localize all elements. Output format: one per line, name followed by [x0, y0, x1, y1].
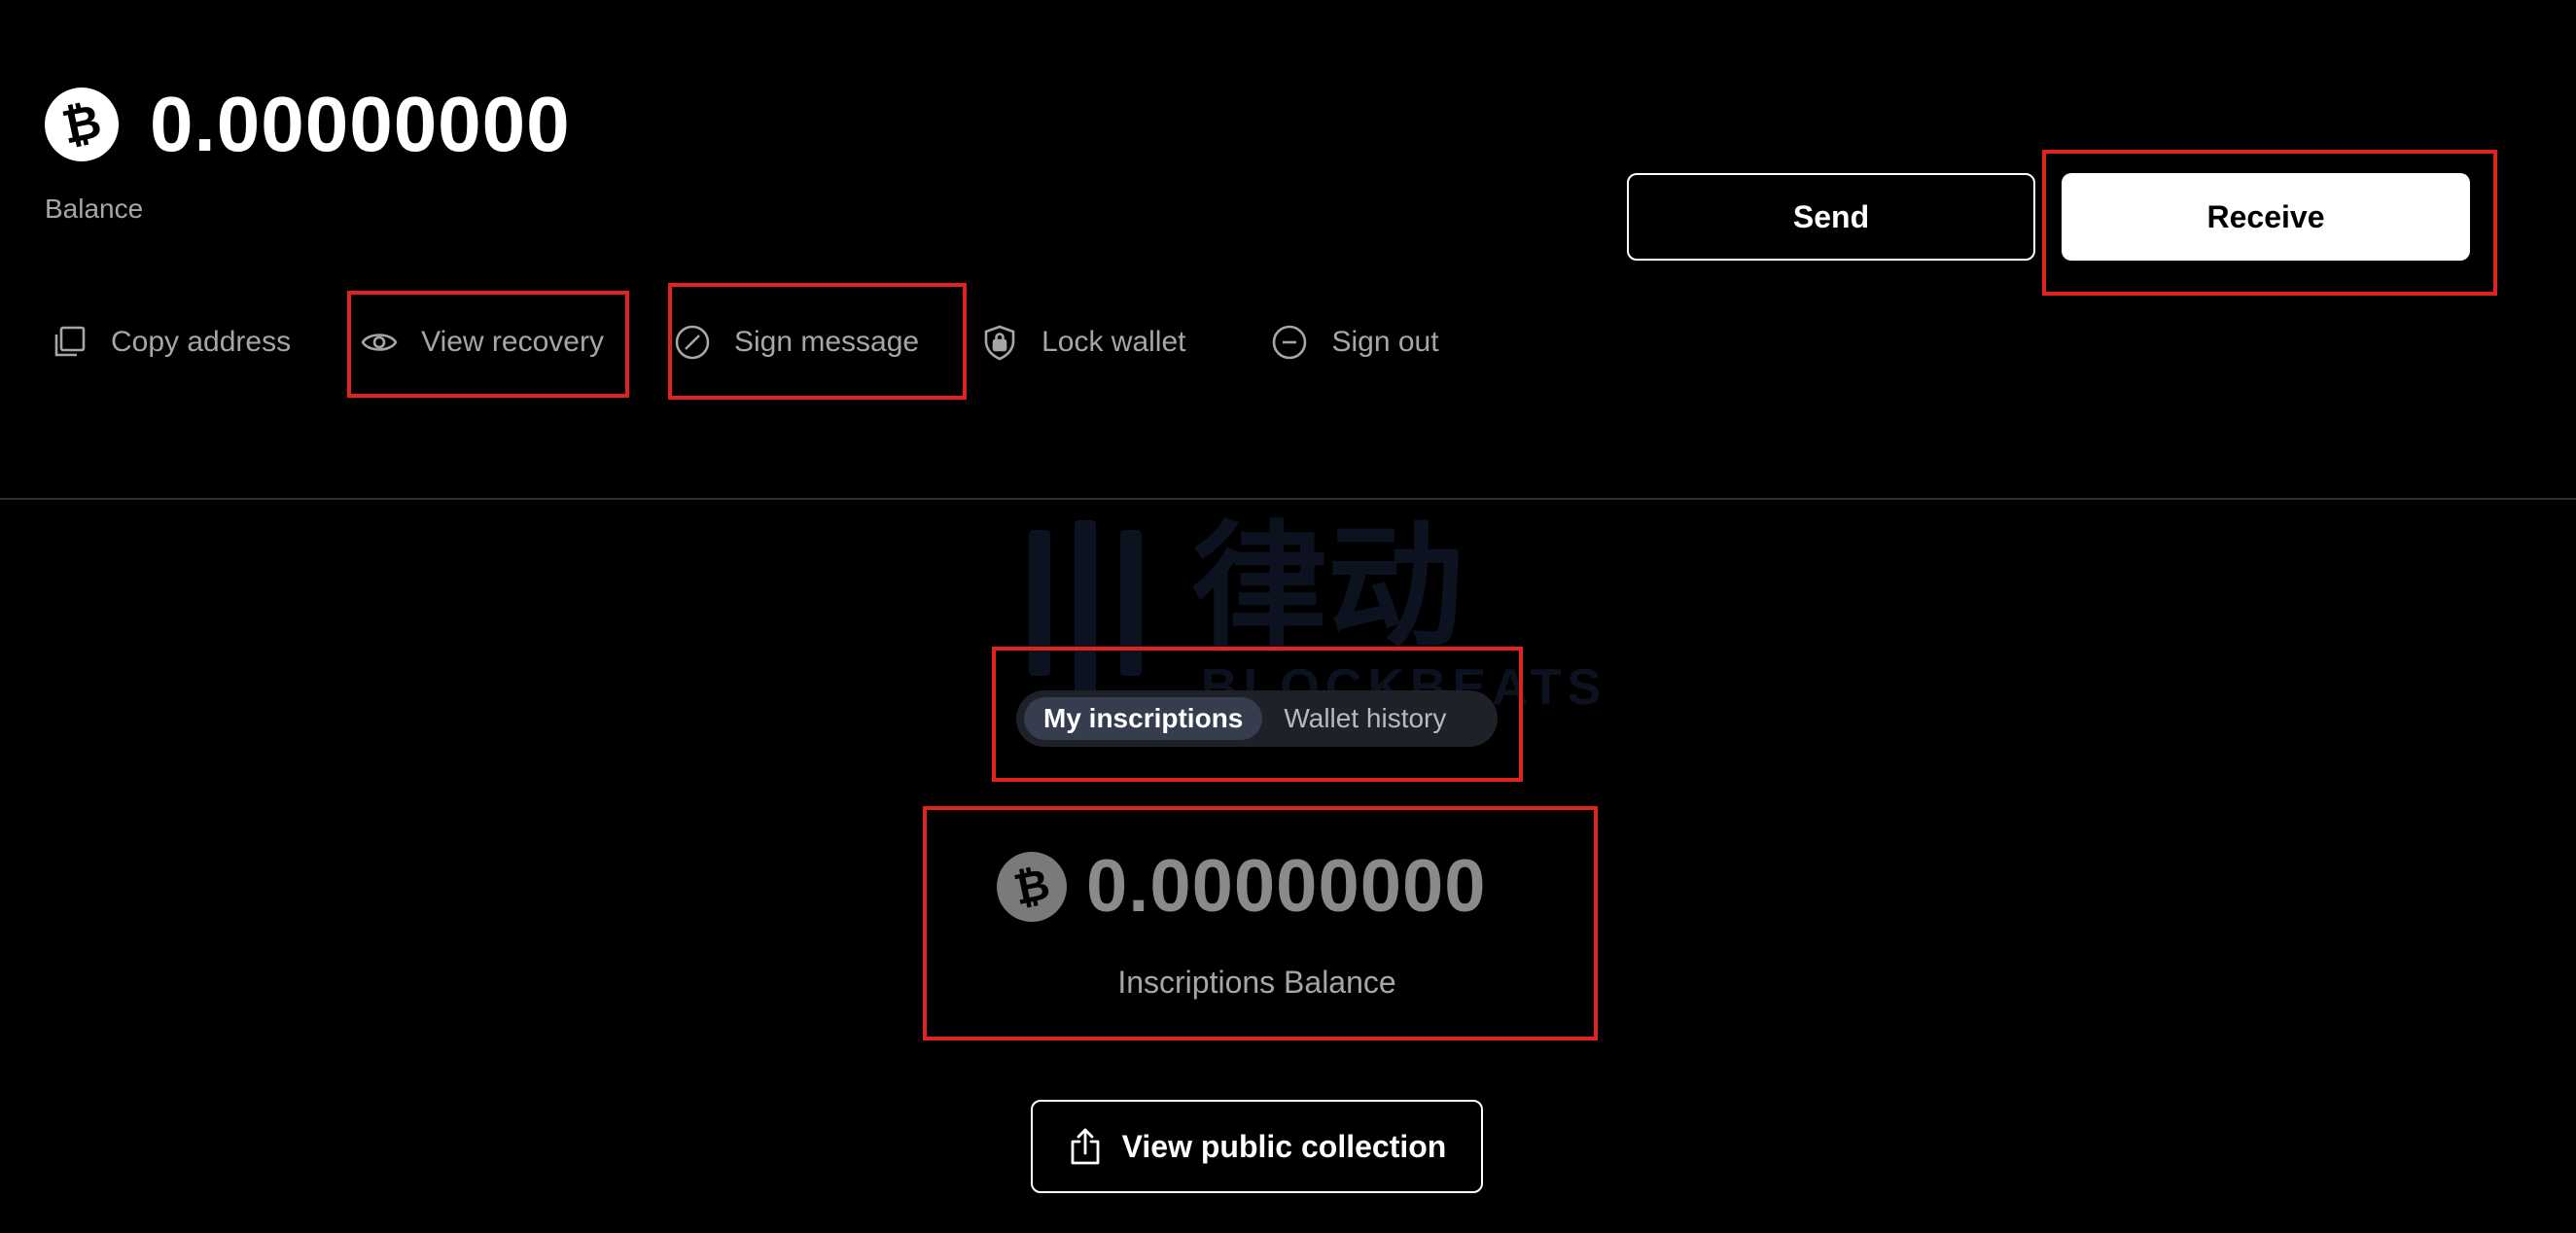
watermark-cjk: 律动 — [1191, 509, 1464, 667]
tab-my-inscriptions[interactable]: My inscriptions — [1024, 697, 1263, 740]
view-public-collection-label: View public collection — [1121, 1128, 1447, 1164]
balance-amount: 0.00000000 — [150, 81, 571, 167]
lock-wallet-label: Lock wallet — [1041, 326, 1186, 358]
sign-out-button[interactable]: Sign out — [1271, 296, 1439, 389]
blockbeats-watermark: 律动 BLOCKBEATS — [1021, 509, 1601, 716]
sign-message-button[interactable]: Sign message — [674, 296, 919, 389]
section-divider — [0, 498, 2576, 500]
eye-icon — [361, 334, 398, 351]
inscriptions-balance: ₿ 0.00000000 — [990, 845, 1487, 929]
send-button[interactable]: Send — [1627, 173, 2035, 261]
minus-circle-icon — [1273, 325, 1307, 360]
sign-out-label: Sign out — [1331, 326, 1439, 358]
bitcoin-icon: ₿ — [990, 845, 1074, 929]
inscriptions-tabs: My inscriptions Wallet history — [1016, 690, 1498, 747]
sign-message-label: Sign message — [733, 326, 920, 358]
wallet-page: ₿ 0.00000000 Balance Copy address View r… — [0, 0, 2576, 1233]
wallet-actions: Copy address View recovery Sign message … — [45, 296, 1439, 389]
lock-wallet-button[interactable]: Lock wallet — [981, 296, 1185, 389]
bitcoin-icon: ₿ — [37, 80, 126, 169]
balance-header: ₿ 0.00000000 — [37, 80, 571, 169]
balance-label: Balance — [45, 194, 144, 224]
copy-address-button[interactable]: Copy address — [51, 296, 291, 389]
inscriptions-balance-label: Inscriptions Balance — [1117, 965, 1396, 1000]
inscriptions-balance-amount: 0.00000000 — [1086, 845, 1487, 928]
view-recovery-button[interactable]: View recovery — [361, 296, 604, 389]
view-public-collection-button[interactable]: View public collection — [1031, 1100, 1483, 1193]
view-recovery-label: View recovery — [421, 326, 604, 358]
lock-shield-icon — [984, 325, 1015, 361]
copy-icon — [54, 326, 86, 357]
receive-button[interactable]: Receive — [2062, 173, 2470, 261]
copy-address-label: Copy address — [111, 326, 292, 358]
share-icon — [1071, 1128, 1100, 1165]
tab-wallet-history[interactable]: Wallet history — [1264, 697, 1465, 740]
pen-circle-icon — [675, 325, 710, 360]
